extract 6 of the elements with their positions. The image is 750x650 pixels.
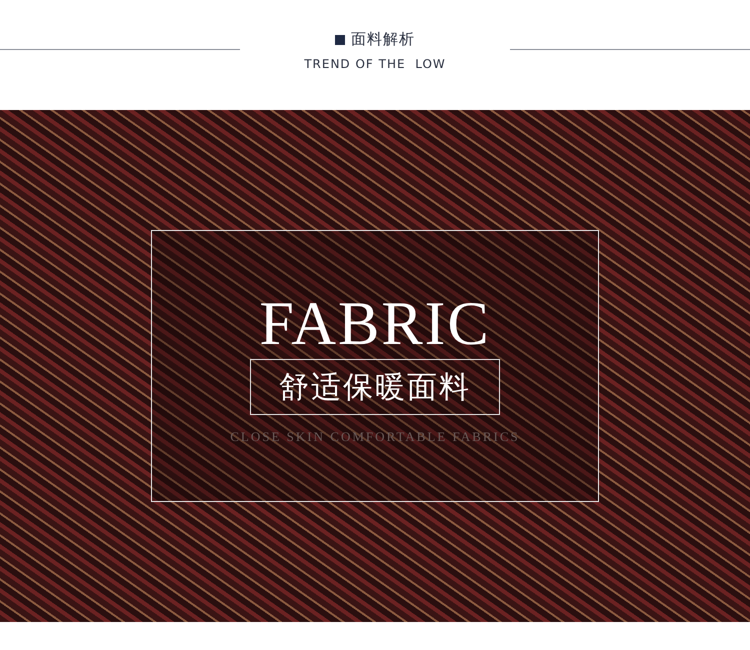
banner-caption: 舒适保暖面料 (250, 359, 500, 415)
section-title: 面料解析 (351, 30, 415, 49)
square-icon (335, 34, 345, 44)
banner-heading: FABRIC (259, 293, 491, 355)
section-subtitle: TREND OF THE LOW (304, 57, 446, 71)
banner-tagline: CLOSE SKIN COMFORTABLE FABRICS (230, 429, 520, 445)
